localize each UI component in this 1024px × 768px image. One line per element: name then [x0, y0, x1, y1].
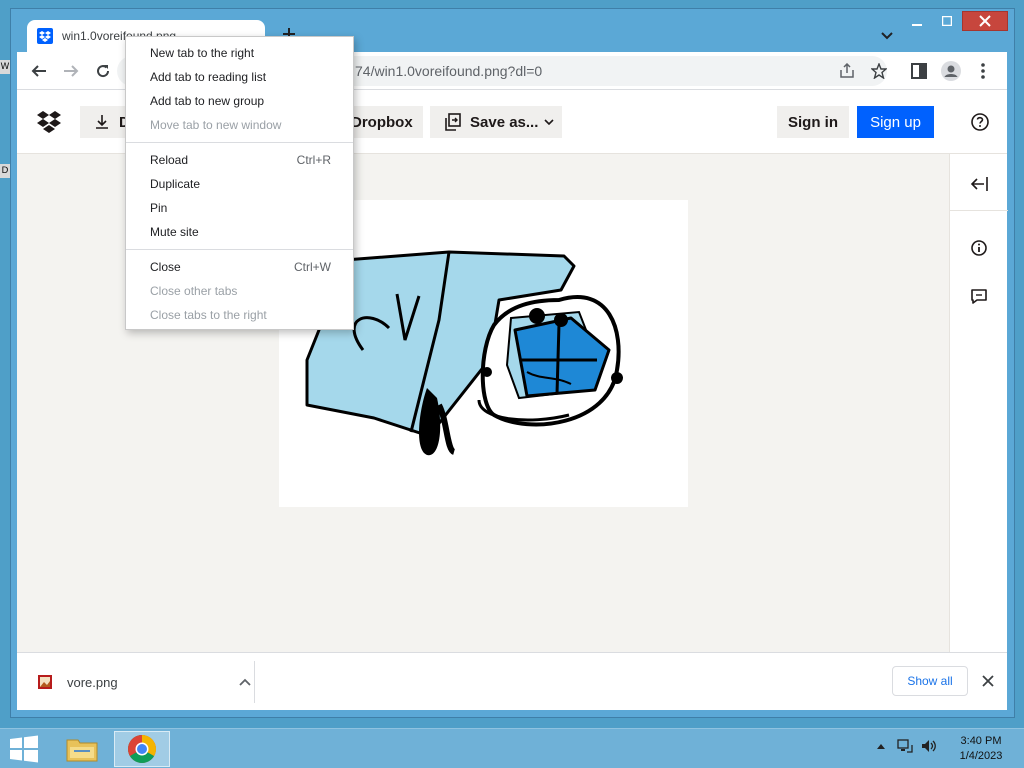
- sign-in-button[interactable]: Sign in: [777, 106, 849, 138]
- chevron-up-icon: [239, 678, 251, 686]
- sign-in-label: Sign in: [788, 113, 838, 131]
- show-all-button[interactable]: Show all: [892, 666, 968, 696]
- network-tray-button[interactable]: [896, 737, 914, 755]
- menu-separator: [126, 142, 353, 143]
- download-shelf: vore.png Show all: [17, 652, 1007, 710]
- ctx-item-label: Pin: [150, 201, 168, 215]
- volume-tray-button[interactable]: [920, 737, 938, 755]
- ctx-item-label: Reload: [150, 153, 189, 167]
- ctx-item-label: Close other tabs: [150, 284, 238, 298]
- address-url: 74/win1.0voreifound.png?dl=0: [355, 63, 543, 79]
- clock-date: 1/4/2023: [959, 750, 1003, 762]
- show-hidden-icons-button[interactable]: [872, 737, 890, 755]
- chrome-icon: [128, 735, 156, 763]
- ctx-add-reading-list[interactable]: Add tab to reading list: [126, 65, 353, 89]
- arrow-right-icon: [64, 65, 79, 77]
- download-file-name: vore.png: [67, 674, 118, 690]
- details-rail: [949, 154, 1008, 652]
- side-panel-button[interactable]: [907, 59, 931, 83]
- ctx-shortcut: Ctrl+W: [294, 260, 331, 274]
- ctx-item-label: Move tab to new window: [150, 118, 282, 132]
- info-icon: [971, 240, 987, 256]
- profile-button[interactable]: [939, 59, 963, 83]
- ctx-item-label: Close tabs to the right: [150, 308, 267, 322]
- sign-up-label: Sign up: [870, 113, 921, 131]
- ctx-pin[interactable]: Pin: [126, 196, 353, 220]
- menu-separator: [126, 249, 353, 250]
- download-icon: [96, 115, 108, 129]
- sign-up-button[interactable]: Sign up: [857, 106, 934, 138]
- chevron-down-icon: [881, 32, 893, 40]
- close-shelf-button[interactable]: [977, 670, 999, 692]
- tab-search-button[interactable]: [875, 24, 899, 48]
- ctx-item-label: Add tab to new group: [150, 94, 265, 108]
- ctx-item-label: Duplicate: [150, 177, 201, 191]
- comment-icon: [971, 289, 987, 304]
- folder-icon: [66, 739, 98, 762]
- share-button[interactable]: [835, 59, 859, 83]
- save-as-label: Save as...: [470, 113, 539, 131]
- star-icon: [871, 63, 887, 79]
- avatar-icon: [941, 61, 961, 81]
- arrow-left-icon: [31, 65, 46, 77]
- shelf-divider: [254, 661, 255, 703]
- forward-button[interactable]: [59, 59, 83, 83]
- download-options-button[interactable]: [235, 672, 255, 692]
- ctx-move-new-window: Move tab to new window: [126, 113, 353, 137]
- ctx-shortcut: Ctrl+R: [296, 153, 331, 167]
- menu-button[interactable]: [971, 59, 995, 83]
- ctx-mute-site[interactable]: Mute site: [126, 220, 353, 244]
- back-button[interactable]: [27, 59, 51, 83]
- save-copy-icon: [445, 113, 461, 131]
- ctx-item-label: Close: [150, 260, 181, 274]
- clock-time: 3:40 PM: [960, 735, 1002, 747]
- side-panel-icon: [911, 63, 927, 79]
- ctx-add-new-group[interactable]: Add tab to new group: [126, 89, 353, 113]
- desktop-icon-label[interactable]: W: [0, 60, 10, 74]
- taskbar-chrome[interactable]: [114, 731, 170, 767]
- tab-context-menu: New tab to the right Add tab to reading …: [125, 36, 354, 330]
- desktop-icon-label[interactable]: D: [0, 164, 10, 178]
- ctx-reload[interactable]: Reload Ctrl+R: [126, 148, 353, 172]
- speaker-icon: [922, 740, 936, 752]
- taskbar-file-explorer[interactable]: [54, 731, 110, 767]
- ctx-close-other-tabs: Close other tabs: [126, 279, 353, 303]
- reload-button[interactable]: [91, 59, 115, 83]
- dropbox-favicon-icon: [37, 28, 53, 44]
- collapse-panel-button[interactable]: [967, 172, 991, 196]
- ctx-item-label: New tab to the right: [150, 46, 255, 60]
- dropbox-logo-icon[interactable]: [37, 110, 61, 134]
- kebab-menu-icon: [981, 63, 985, 79]
- arrow-left-bar-icon: [970, 177, 988, 191]
- chevron-down-icon: [544, 119, 554, 125]
- bookmark-button[interactable]: [867, 59, 891, 83]
- image-file-icon: [38, 675, 52, 689]
- comments-button[interactable]: [967, 284, 991, 308]
- rail-divider: [950, 210, 1008, 211]
- reload-icon: [97, 65, 110, 78]
- download-item[interactable]: vore.png: [37, 667, 255, 697]
- taskbar-clock[interactable]: 3:40 PM 1/4/2023: [946, 734, 1016, 764]
- taskbar: 3:40 PM 1/4/2023: [0, 728, 1024, 768]
- ctx-close[interactable]: Close Ctrl+W: [126, 255, 353, 279]
- windows-start-icon[interactable]: [8, 735, 40, 763]
- close-icon: [982, 675, 994, 687]
- ctx-new-tab-right[interactable]: New tab to the right: [126, 41, 353, 65]
- info-button[interactable]: [967, 236, 991, 260]
- ctx-item-label: Add tab to reading list: [150, 70, 267, 84]
- chevron-up-icon: [877, 744, 885, 749]
- ctx-item-label: Mute site: [150, 225, 199, 239]
- system-tray: [872, 737, 944, 755]
- open-in-dropbox-label: Dropbox: [351, 113, 413, 131]
- share-icon: [840, 63, 854, 78]
- ctx-duplicate[interactable]: Duplicate: [126, 172, 353, 196]
- help-icon[interactable]: [969, 111, 991, 133]
- save-as-button[interactable]: Save as...: [430, 106, 562, 138]
- ctx-close-tabs-right: Close tabs to the right: [126, 303, 353, 327]
- network-icon: [897, 739, 913, 753]
